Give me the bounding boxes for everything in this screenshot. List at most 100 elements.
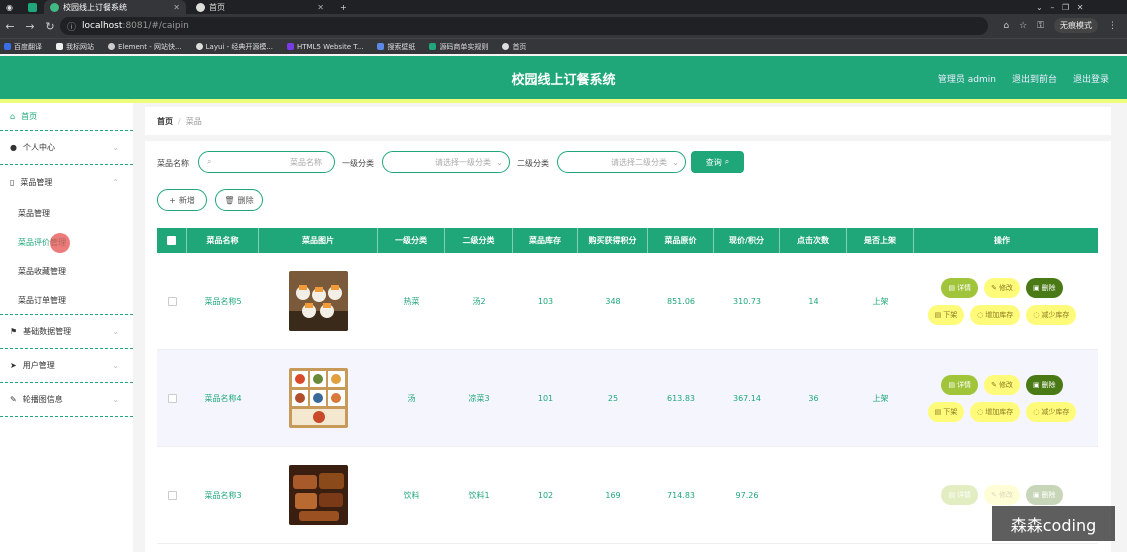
tab-home[interactable]: 首页 ✕ bbox=[190, 0, 330, 14]
back-to-front-link[interactable]: 退出到前台 bbox=[1012, 72, 1057, 85]
new-tab-icon[interactable]: + bbox=[334, 0, 353, 14]
cell-cat2: 凉菜3 bbox=[468, 393, 490, 403]
chevron-down-icon: ⌄ bbox=[112, 395, 119, 404]
chevron-down-icon: ⌄ bbox=[112, 361, 119, 370]
select-all-checkbox[interactable] bbox=[167, 236, 176, 245]
delete-button[interactable]: 🗑 删除 bbox=[215, 189, 263, 211]
doc-icon: ▤ bbox=[934, 407, 942, 416]
cell-orig-price: 613.83 bbox=[667, 393, 695, 403]
chrome-menu-icon[interactable]: ◉ bbox=[0, 0, 22, 14]
name-label: 菜品名称 bbox=[157, 159, 189, 168]
off-shelf-button[interactable]: ▤ 下架 bbox=[927, 304, 965, 325]
bookmark-item[interactable]: HTML5 Website T... bbox=[287, 43, 363, 51]
sidebar-item-label: 轮播图信息 bbox=[22, 395, 63, 404]
dish-name-input[interactable]: ⌕ 菜品名称 bbox=[198, 151, 335, 173]
cell-name: 菜品名称3 bbox=[204, 490, 242, 500]
edit-button[interactable]: ✎ 修改 bbox=[984, 277, 1020, 298]
cell-cat1: 饮料 bbox=[403, 490, 420, 500]
reload-icon[interactable]: ↻ bbox=[40, 20, 60, 33]
bookmarks-bar: 百度翻译 我标网站 Element - 网站快... Layui - 经典开源模… bbox=[0, 38, 1127, 54]
bookmark-item[interactable]: 搜索壁纸 bbox=[377, 42, 415, 52]
search-icon: ⌕ bbox=[724, 157, 730, 166]
window-controls[interactable]: ⌄ – ❐ ✕ bbox=[1030, 0, 1089, 14]
delete-row-button[interactable]: ▣ 删除 bbox=[1025, 485, 1063, 505]
delete-row-button[interactable]: ▣ 删除 bbox=[1025, 374, 1063, 395]
translate-icon[interactable]: ⌂ bbox=[1003, 21, 1009, 31]
detail-button[interactable]: ▤ 详情 bbox=[941, 374, 979, 395]
reduce-stock-button[interactable]: ◌ 减少库存 bbox=[1026, 304, 1077, 325]
sidebar-subitem-order[interactable]: 菜品订单管理 bbox=[0, 286, 133, 315]
sidebar-subitem-favorite[interactable]: 菜品收藏管理 bbox=[0, 257, 133, 286]
sidebar-subitem-review[interactable]: 菜品评价管理 bbox=[0, 228, 133, 257]
sidebar-item-home[interactable]: ⌂ 首页 bbox=[0, 103, 133, 131]
detail-button[interactable]: ▤ 详情 bbox=[941, 277, 979, 298]
incognito-badge[interactable]: 无痕模式 bbox=[1054, 18, 1098, 33]
sidebar-item-users[interactable]: ➤ 用户管理 ⌄ bbox=[0, 349, 133, 383]
send-icon: ➤ bbox=[10, 361, 17, 370]
query-button[interactable]: 查询 ⌕ bbox=[691, 151, 744, 173]
key-icon[interactable]: ⚿ bbox=[1037, 21, 1044, 31]
cat2-select[interactable]: 请选择二级分类 ⌄ bbox=[557, 151, 686, 173]
url-host: localhost bbox=[82, 21, 123, 31]
bookmark-item[interactable]: 我标网站 bbox=[56, 42, 94, 52]
bookmark-item[interactable]: Element - 网站快... bbox=[108, 42, 182, 52]
sidebar-item-basic-data[interactable]: ⚑ 基础数据管理 ⌄ bbox=[0, 315, 133, 349]
cell-clicks: 14 bbox=[808, 296, 819, 306]
sidebar-item-label: 用户管理 bbox=[22, 361, 55, 370]
detail-button[interactable]: ▤ 详情 bbox=[941, 485, 979, 505]
bookmark-item[interactable]: Layui - 经典开源模... bbox=[195, 42, 273, 52]
off-shelf-button[interactable]: ▤ 下架 bbox=[927, 401, 965, 422]
row-checkbox[interactable] bbox=[167, 393, 177, 403]
add-stock-button[interactable]: ◌ 增加库存 bbox=[970, 304, 1021, 325]
cell-status: 上架 bbox=[872, 296, 889, 306]
doc-icon: ▤ bbox=[948, 380, 956, 389]
more-icon[interactable]: ⋮ bbox=[1108, 21, 1117, 31]
bookmark-item[interactable]: 百度翻译 bbox=[4, 42, 42, 52]
chevron-down-icon: ⌄ bbox=[112, 143, 119, 152]
cell-price: 367.14 bbox=[733, 393, 761, 403]
sidebar-item-carousel[interactable]: ✎ 轮播图信息 ⌄ bbox=[0, 383, 133, 417]
edit-icon: ✎ bbox=[991, 380, 997, 389]
close-tab-icon[interactable]: ✕ bbox=[317, 3, 324, 12]
back-icon[interactable]: ← bbox=[0, 20, 20, 33]
sidebar-item-label: 基础数据管理 bbox=[23, 327, 72, 336]
bookmark-item[interactable]: 首页 bbox=[502, 42, 526, 52]
delete-row-button[interactable]: ▣ 删除 bbox=[1025, 277, 1063, 298]
close-tab-icon[interactable]: ✕ bbox=[173, 3, 180, 12]
select-all-cell[interactable] bbox=[157, 228, 187, 253]
star-icon[interactable]: ☆ bbox=[1019, 21, 1027, 31]
edit-button[interactable]: ✎ 修改 bbox=[984, 374, 1020, 395]
reduce-stock-button[interactable]: ◌ 减少库存 bbox=[1026, 401, 1077, 422]
search-icon: ⌕ bbox=[207, 157, 212, 166]
pinned-tab-icon[interactable] bbox=[22, 0, 44, 14]
address-bar-row: ← → ↻ ⓘ localhost:8081/#/caipin ⌂ ☆ ⚿ 无痕… bbox=[0, 14, 1127, 38]
add-stock-button[interactable]: ◌ 增加库存 bbox=[970, 401, 1021, 422]
breadcrumb-home[interactable]: 首页 bbox=[157, 116, 173, 127]
col-header: 购买获得积分 bbox=[578, 228, 648, 253]
tab-active[interactable]: 校园线上订餐系统 ✕ bbox=[44, 0, 186, 14]
row-checkbox[interactable] bbox=[167, 490, 177, 500]
add-button[interactable]: + 新增 bbox=[157, 189, 207, 211]
logout-link[interactable]: 退出登录 bbox=[1073, 72, 1109, 85]
cell-clicks bbox=[780, 447, 847, 543]
row-checkbox[interactable] bbox=[167, 296, 177, 306]
bookmark-item[interactable]: 源码商单实规则 bbox=[429, 42, 488, 52]
sidebar-item-dish-mgmt[interactable]: ▯ 菜品管理 ⌃ bbox=[0, 165, 133, 199]
cell-cat1: 热菜 bbox=[403, 296, 420, 306]
info-icon[interactable]: ⓘ bbox=[67, 20, 76, 33]
sidebar-subitem-dish[interactable]: 菜品管理 bbox=[0, 199, 133, 228]
col-header: 一级分类 bbox=[378, 228, 445, 253]
edit-icon: ✎ bbox=[991, 491, 997, 499]
forward-icon[interactable]: → bbox=[20, 20, 40, 33]
col-header: 菜品名称 bbox=[187, 228, 259, 253]
cell-cat2: 汤2 bbox=[472, 296, 486, 306]
cell-price: 310.73 bbox=[733, 296, 761, 306]
cat1-select[interactable]: 请选择一级分类 ⌄ bbox=[382, 151, 510, 173]
flag-icon: ⚑ bbox=[10, 327, 18, 336]
sidebar-item-personal[interactable]: ● 个人中心 ⌄ bbox=[0, 131, 133, 165]
dish-image bbox=[289, 271, 348, 331]
globe-icon bbox=[196, 2, 205, 12]
sidebar-item-label: 菜品管理 bbox=[20, 177, 53, 187]
edit-button[interactable]: ✎ 修改 bbox=[984, 485, 1020, 505]
url-field[interactable]: ⓘ localhost:8081/#/caipin bbox=[60, 17, 988, 35]
